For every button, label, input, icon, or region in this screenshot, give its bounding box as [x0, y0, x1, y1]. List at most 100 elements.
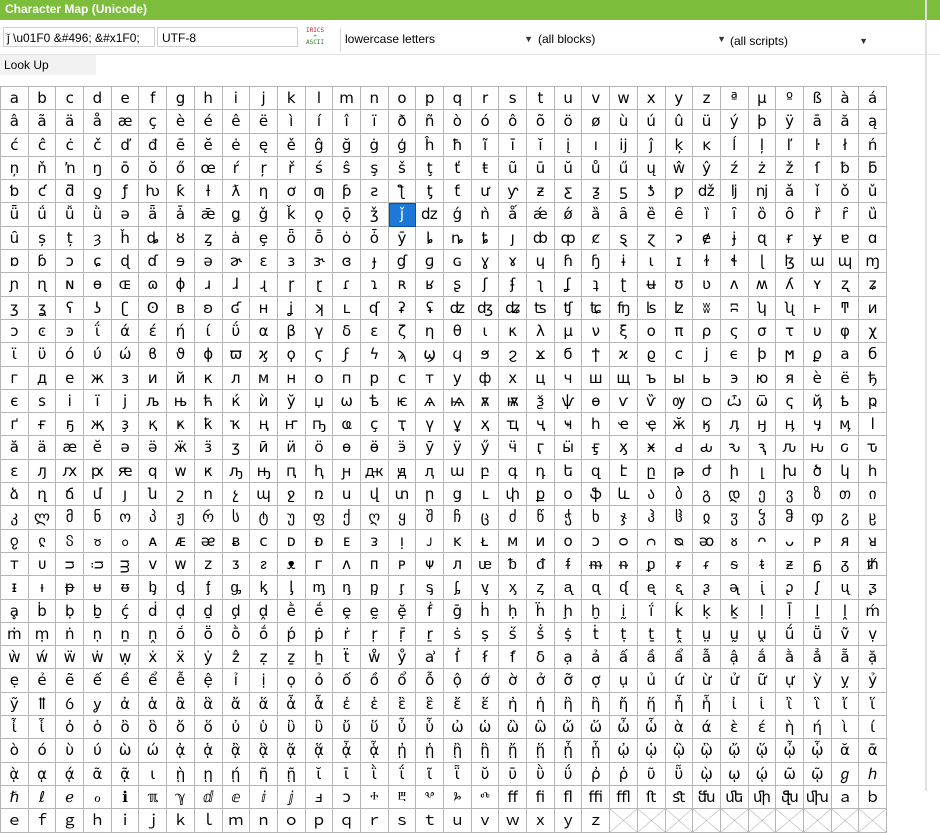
char-cell[interactable]: ჭ	[554, 506, 583, 530]
char-cell[interactable]: ѡ	[333, 389, 361, 414]
char-cell[interactable]: ϙ	[277, 343, 306, 367]
char-cell[interactable]: ԛ	[139, 459, 168, 484]
char-cell[interactable]: ī	[499, 133, 528, 157]
char-cell[interactable]: ᾲ	[1, 762, 29, 786]
char-cell[interactable]: ĵ	[637, 133, 666, 157]
char-cell[interactable]: q	[444, 87, 472, 111]
char-cell[interactable]: ҙ	[111, 413, 140, 437]
char-cell[interactable]: ệ	[194, 669, 223, 693]
char-cell[interactable]: è	[167, 110, 195, 134]
char-cell[interactable]: ṟ	[416, 622, 444, 647]
char-cell[interactable]: ϊ	[1, 343, 29, 367]
char-cell[interactable]: ῡ	[499, 762, 528, 786]
char-cell[interactable]: և	[610, 483, 638, 507]
char-cell[interactable]: р	[360, 366, 389, 390]
char-cell[interactable]: ӫ	[360, 436, 389, 460]
char-cell[interactable]: џ	[305, 389, 334, 414]
char-cell[interactable]: ᴂ	[194, 529, 223, 553]
char-cell[interactable]: ш	[582, 366, 611, 390]
char-cell[interactable]: ᵰ	[610, 552, 638, 577]
char-cell[interactable]: ḓ	[250, 599, 278, 623]
char-cell[interactable]: ᴏ	[554, 529, 583, 553]
char-cell[interactable]: ἲ	[776, 692, 804, 717]
char-cell[interactable]: ԃ	[693, 436, 721, 460]
char-cell[interactable]: ҷ	[527, 413, 555, 437]
char-cell[interactable]: ᾅ	[305, 739, 334, 763]
char-cell[interactable]: ầ	[637, 646, 666, 670]
char-cell[interactable]: ͻ	[1, 319, 29, 344]
char-cell[interactable]: ҕ	[56, 413, 85, 437]
char-cell[interactable]: ƫ	[416, 180, 444, 204]
char-cell[interactable]: ф	[471, 366, 500, 390]
char-cell[interactable]: գ	[499, 459, 528, 484]
char-cell[interactable]: ẫ	[693, 646, 721, 670]
char-cell[interactable]: ᴌ	[471, 529, 500, 553]
char-cell[interactable]: ќ	[222, 389, 251, 414]
char-cell[interactable]: ǯ	[360, 203, 389, 227]
char-cell[interactable]: ƿ	[665, 180, 694, 204]
char-cell[interactable]: ỿ	[84, 692, 112, 717]
char-cell[interactable]: ĝ	[305, 133, 334, 157]
char-cell[interactable]: ᾁ	[194, 739, 223, 763]
char-cell[interactable]: τ	[776, 319, 804, 344]
char-cell[interactable]: њ	[167, 389, 195, 414]
char-cell[interactable]: ᴠ	[139, 552, 168, 577]
char-cell[interactable]: ɽ	[305, 273, 334, 297]
char-cell[interactable]: я	[776, 366, 804, 390]
char-cell[interactable]: ů	[582, 156, 611, 181]
char-cell[interactable]: č	[84, 133, 112, 157]
char-cell[interactable]: ἡ	[527, 692, 555, 717]
char-cell[interactable]: м	[250, 366, 278, 390]
char-cell[interactable]: ɫ	[693, 250, 721, 274]
char-cell[interactable]: ĩ	[471, 133, 500, 157]
char-cell[interactable]: ỳ	[803, 669, 832, 693]
char-cell[interactable]: μ	[554, 319, 583, 344]
char-cell[interactable]: ὕ	[360, 716, 389, 740]
char-cell[interactable]: ñ	[416, 110, 444, 134]
char-cell[interactable]: ẙ	[388, 646, 417, 670]
char-cell[interactable]: ṉ	[111, 622, 140, 647]
char-cell[interactable]: ᾖ	[554, 739, 583, 763]
char-cell[interactable]: х	[499, 366, 528, 390]
char-cell[interactable]: ﬓ	[693, 785, 721, 810]
char-cell[interactable]: ā	[803, 110, 832, 134]
char-cell[interactable]: ʛ	[222, 296, 251, 320]
char-cell[interactable]: ũ	[499, 156, 528, 181]
char-cell[interactable]: ƀ	[831, 156, 860, 181]
char-cell[interactable]: ṽ	[831, 622, 860, 647]
char-cell[interactable]: ѣ	[360, 389, 389, 414]
char-cell[interactable]: პ	[139, 506, 168, 530]
char-cell[interactable]: ḳ	[693, 599, 721, 623]
char-cell[interactable]: ȶ	[471, 226, 500, 251]
char-cell[interactable]: ұ	[444, 413, 472, 437]
char-cell[interactable]: ѱ	[554, 389, 583, 414]
char-cell[interactable]: ᴘ	[803, 529, 832, 553]
char-cell[interactable]: ƍ	[84, 180, 112, 204]
char-cell[interactable]: ῑ	[333, 762, 361, 786]
char-cell[interactable]: ɼ	[277, 273, 306, 297]
char-cell[interactable]: ზ	[803, 483, 832, 507]
char-cell[interactable]: ẚ	[416, 646, 444, 670]
char-cell[interactable]: ű	[610, 156, 638, 181]
char-cell[interactable]: ყ	[388, 506, 417, 530]
char-cell[interactable]: ᶋ	[444, 576, 472, 600]
char-cell[interactable]: ʀ	[388, 273, 417, 297]
char-cell[interactable]: ᴄ	[250, 529, 278, 553]
char-cell[interactable]: ἄ	[222, 692, 251, 717]
char-cell[interactable]: ῦ	[637, 762, 666, 786]
char-cell[interactable]: ｉ	[111, 809, 140, 833]
char-cell[interactable]: ѯ	[527, 389, 555, 414]
char-cell[interactable]: ვ	[776, 483, 804, 507]
char-cell[interactable]: ư	[471, 180, 500, 204]
char-cell[interactable]: ʓ	[28, 296, 57, 320]
char-cell[interactable]: ƕ	[139, 180, 168, 204]
char-cell[interactable]: һ	[582, 413, 611, 437]
char-cell[interactable]: ᴈ	[360, 529, 389, 553]
char-cell[interactable]: ổ	[388, 669, 417, 693]
char-cell[interactable]: л	[222, 366, 251, 390]
char-cell[interactable]: ლ	[28, 506, 57, 530]
char-cell[interactable]: s	[499, 87, 528, 111]
char-cell[interactable]: ἴ	[831, 692, 860, 717]
char-cell[interactable]: ҏ	[859, 389, 887, 414]
char-cell[interactable]: ք	[527, 483, 555, 507]
